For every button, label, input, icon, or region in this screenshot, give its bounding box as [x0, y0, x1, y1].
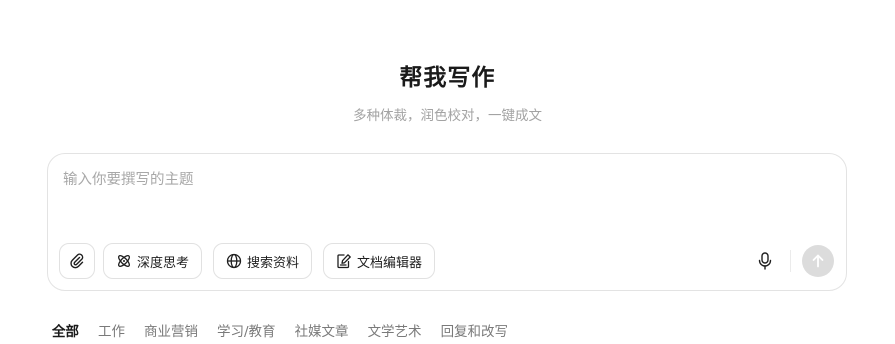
search-label: 搜索资料 [247, 255, 300, 271]
tab-study-education[interactable]: 学习/教育 [217, 320, 276, 340]
arrow-up-icon [811, 254, 825, 268]
search-button[interactable]: 搜索资料 [213, 243, 313, 279]
category-tabs: 全部 工作 商业营销 学习/教育 社媒文章 文学艺术 回复和改写 [52, 320, 527, 340]
document-editor-button[interactable]: 文档编辑器 [323, 243, 436, 279]
voice-input-button[interactable] [754, 250, 776, 272]
composer-box: 深度思考 搜索资料 文档编辑器 [47, 153, 847, 291]
deep-think-button[interactable]: 深度思考 [103, 243, 203, 279]
tab-social-media[interactable]: 社媒文章 [295, 320, 349, 340]
toolbar-divider [790, 250, 791, 272]
edit-document-icon [336, 253, 352, 269]
microphone-icon [757, 252, 773, 270]
page-subtitle: 多种体裁，润色校对，一键成文 [353, 108, 542, 124]
tab-all[interactable]: 全部 [52, 320, 79, 340]
tab-work[interactable]: 工作 [98, 320, 125, 340]
globe-icon [226, 253, 242, 269]
paperclip-icon [69, 253, 85, 269]
topic-input[interactable] [63, 168, 823, 224]
deep-think-label: 深度思考 [137, 255, 190, 271]
tab-business-marketing[interactable]: 商业营销 [144, 320, 198, 340]
writing-assistant-page: 帮我写作 多种体裁，润色校对，一键成文 深度思考 [0, 0, 895, 344]
tab-reply-rewrite[interactable]: 回复和改写 [441, 320, 509, 340]
document-editor-label: 文档编辑器 [357, 255, 423, 271]
tab-literature-art[interactable]: 文学艺术 [368, 320, 422, 340]
send-button[interactable] [802, 245, 834, 277]
page-title: 帮我写作 [399, 65, 496, 91]
atom-icon [116, 253, 132, 269]
attach-button[interactable] [59, 243, 95, 279]
